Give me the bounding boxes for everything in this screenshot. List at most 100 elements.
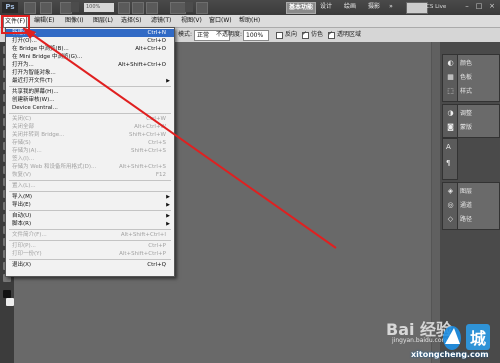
cs-live-button[interactable]: CS Live <box>426 2 456 12</box>
layers-icon: ◈ <box>447 187 454 195</box>
submenu-arrow-icon: ▶ <box>166 78 170 84</box>
panel-tab-masks[interactable]: ◙ 蒙版 <box>443 121 499 135</box>
file-menu-item[interactable]: 退出(X) Ctrl+Q <box>6 261 174 269</box>
hand-tool-button[interactable] <box>118 2 130 14</box>
paths-icon: ◇ <box>447 215 454 223</box>
panel-tab-adjustments[interactable]: ◑ 调整 <box>443 107 499 121</box>
file-menu-item-label: 文件简介(F)... <box>12 232 47 238</box>
file-menu-item[interactable]: 共享我的屏幕(H)... <box>6 88 174 96</box>
foreground-color-swatch[interactable] <box>3 290 11 298</box>
mini-bridge-button[interactable] <box>40 2 52 14</box>
file-menu-item[interactable]: 最近打开文件(T) ▶ <box>6 77 174 85</box>
menu-filter[interactable]: 滤镜(T) <box>150 16 172 26</box>
file-menu-item: 关闭并转到 Bridge... Shift+Ctrl+W <box>6 131 174 139</box>
dither-checkbox[interactable] <box>302 30 309 39</box>
view-extras-dropdown-icon[interactable] <box>71 2 79 12</box>
file-menu-item[interactable]: 导入(M) ▶ <box>6 193 174 201</box>
file-menu-item[interactable]: 创建新审核(W)... <box>6 96 174 104</box>
file-menu-item-label: 创建新审核(W)... <box>12 97 55 103</box>
file-menu-item-label: 签入(I)... <box>12 156 35 162</box>
opacity-input[interactable]: 100% <box>243 30 269 41</box>
panel-tab-swatches[interactable]: ▦ 色板 <box>443 71 499 85</box>
workspace-design[interactable]: 设计 <box>318 2 334 12</box>
color-icon: ◐ <box>447 59 454 67</box>
arrange-documents-button[interactable] <box>170 2 186 14</box>
menu-edit[interactable]: 编辑(E) <box>33 16 55 26</box>
file-menu-item-label: 共享我的屏幕(H)... <box>12 89 59 95</box>
menu-select[interactable]: 选择(S) <box>120 16 143 26</box>
file-menu-item-label: 脚本(R) <box>12 221 32 227</box>
panel-tab-layers[interactable]: ◈ 图层 <box>443 185 499 199</box>
transparency-label: 透明区域 <box>337 31 362 38</box>
workspace-painting[interactable]: 绘画 <box>342 2 358 12</box>
more-workspaces-icon[interactable]: » <box>386 2 396 12</box>
color-panel-group: ◐ 颜色 ▦ 色板 ⬚ 样式 <box>442 54 500 102</box>
file-menu-item[interactable]: 脚本(R) ▶ <box>6 220 174 228</box>
panel-tab-styles[interactable]: ⬚ 样式 <box>443 85 499 99</box>
menu-layer[interactable]: 图层(L) <box>92 16 114 26</box>
file-menu-item-shortcut: Ctrl+N <box>147 30 166 36</box>
file-menu-item[interactable]: 自动(U) ▶ <box>6 212 174 220</box>
file-menu-item: 关闭全部 Alt+Ctrl+W <box>6 123 174 131</box>
file-menu-item-label: 最近打开文件(T) <box>12 78 53 84</box>
mode-label: 模式: <box>178 31 193 38</box>
panel-tab-color[interactable]: ◐ 颜色 <box>443 57 499 71</box>
file-menu-item: 打印一份(Y) Alt+Shift+Ctrl+P <box>6 250 174 258</box>
paragraph-icon[interactable]: ¶ <box>446 159 450 167</box>
file-menu-item-shortcut: Shift+Ctrl+W <box>129 132 166 138</box>
background-color-swatch[interactable] <box>6 298 14 306</box>
file-menu-item-label: 在 Mini Bridge 中浏览(G)... <box>12 54 83 60</box>
rotate-view-button[interactable] <box>146 2 158 14</box>
masks-icon: ◙ <box>447 123 454 131</box>
search-input[interactable] <box>406 2 428 14</box>
maximize-icon[interactable]: □ <box>474 2 484 11</box>
file-menu-item-label: 关闭全部 <box>12 124 35 130</box>
file-menu-item-label: 退出(X) <box>12 262 32 268</box>
file-menu-item-label: 关闭(C) <box>12 116 32 122</box>
character-icon[interactable]: A <box>446 143 451 151</box>
document-scrollbar[interactable] <box>431 42 440 363</box>
file-menu-item-shortcut: Ctrl+W <box>146 116 166 122</box>
file-menu-item-shortcut: F12 <box>155 172 166 178</box>
arrange-dropdown-icon[interactable] <box>185 2 193 12</box>
menu-separator <box>9 113 171 114</box>
file-menu-item-shortcut: Alt+Shift+Ctrl+P <box>119 251 166 257</box>
file-menu-item-label: 打印一份(Y) <box>12 251 42 257</box>
minimize-icon[interactable]: – <box>462 2 472 11</box>
watermark-site: xitongcheng.com <box>411 350 489 359</box>
panel-tab-paths[interactable]: ◇ 路径 <box>443 213 499 227</box>
submenu-arrow-icon: ▶ <box>166 194 170 200</box>
reverse-checkbox[interactable] <box>276 32 283 39</box>
file-menu-item[interactable]: 在 Bridge 中浏览(B)... Alt+Ctrl+O <box>6 45 174 53</box>
file-menu-item[interactable]: 打开为... Alt+Shift+Ctrl+O <box>6 61 174 69</box>
launch-bridge-button[interactable] <box>24 2 36 14</box>
channels-icon: ◎ <box>447 201 454 209</box>
file-menu-item[interactable]: 新建(N)... Ctrl+N <box>6 29 174 37</box>
file-menu-item: 存储为(A)... Shift+Ctrl+S <box>6 147 174 155</box>
close-icon[interactable]: × <box>487 2 497 11</box>
file-menu-item: 关闭(C) Ctrl+W <box>6 115 174 123</box>
file-menu-item-shortcut: Alt+Shift+Ctrl+I <box>120 232 166 238</box>
menu-image[interactable]: 图像(I) <box>64 16 84 26</box>
file-menu-item-shortcut: Ctrl+S <box>148 140 166 146</box>
menu-help[interactable]: 帮助(H) <box>238 16 261 26</box>
file-menu-item[interactable]: 打开(O)... Ctrl+O <box>6 37 174 45</box>
screen-mode-button[interactable] <box>196 2 208 14</box>
file-menu-item[interactable]: Device Central... <box>6 104 174 112</box>
zoom-level-dropdown[interactable]: 100% <box>84 3 114 12</box>
dither-label: 仿色 <box>311 31 324 38</box>
file-menu-item: 存储为 Web 和设备所用格式(D)... Alt+Shift+Ctrl+S <box>6 163 174 171</box>
transparency-checkbox[interactable] <box>328 30 335 39</box>
file-menu-item-label: 打印(P)... <box>12 243 36 249</box>
menu-separator <box>9 229 171 230</box>
menu-window[interactable]: 窗口(W) <box>208 16 233 26</box>
file-menu-item[interactable]: 在 Mini Bridge 中浏览(G)... <box>6 53 174 61</box>
panel-tab-channels[interactable]: ◎ 通道 <box>443 199 499 213</box>
file-menu-item[interactable]: 打开为智能对象... <box>6 69 174 77</box>
zoom-tool-button[interactable] <box>132 2 144 14</box>
file-menu-item[interactable]: 导出(E) ▶ <box>6 201 174 209</box>
menu-view[interactable]: 视图(V) <box>180 16 203 26</box>
workspace-essentials[interactable]: 基本功能 <box>286 2 316 14</box>
file-menu-dropdown: 新建(N)... Ctrl+N 打开(O)... Ctrl+O 在 Bridge 中浏览… <box>5 27 175 277</box>
workspace-photography[interactable]: 摄影 <box>366 2 382 12</box>
